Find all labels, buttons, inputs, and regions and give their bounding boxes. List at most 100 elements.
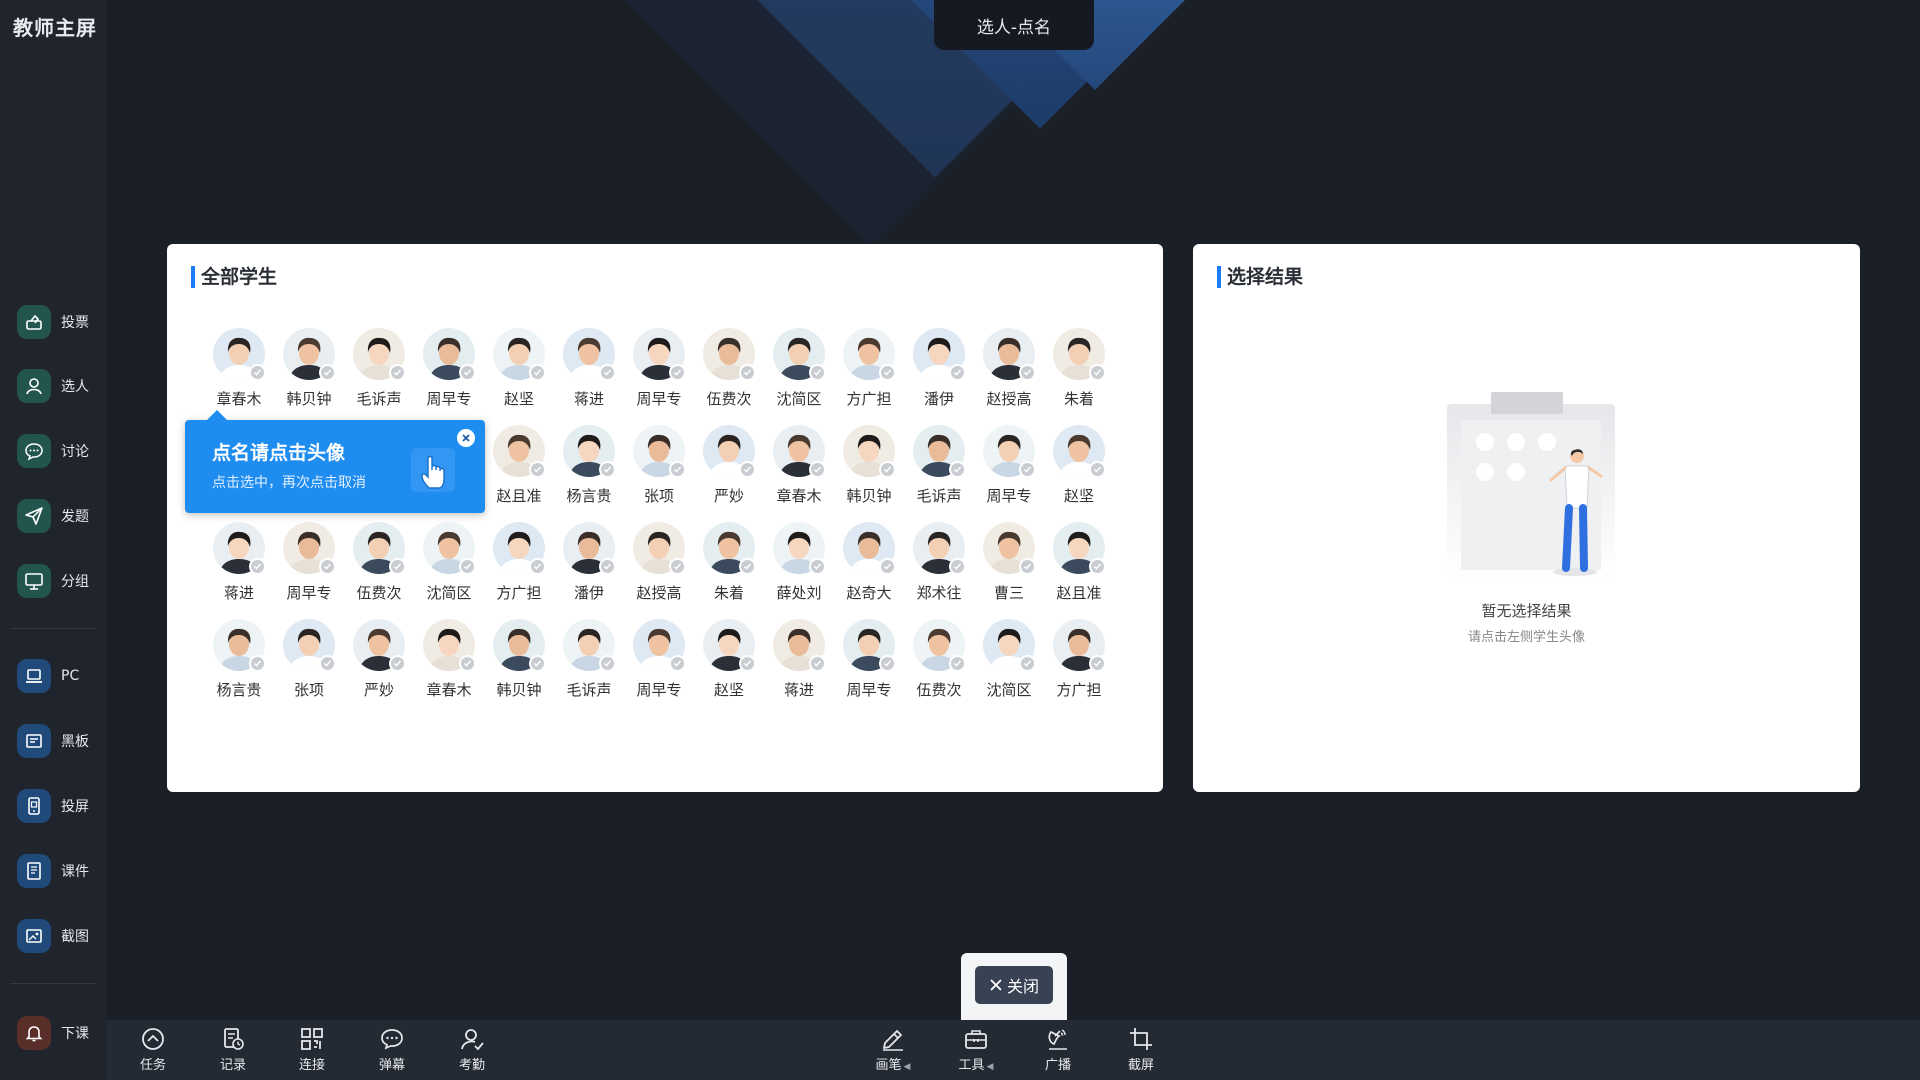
sidebar-item-label: 分组: [61, 574, 89, 590]
student-card[interactable]: 曹三: [973, 522, 1043, 602]
student-card[interactable]: 周早专: [833, 619, 903, 699]
student-card[interactable]: 周早专: [273, 522, 343, 602]
student-card[interactable]: 蒋进: [763, 619, 833, 699]
toolbar-record-button[interactable]: 记录: [203, 1026, 263, 1076]
student-name: 蒋进: [783, 681, 814, 699]
toolbar-label: 考勤: [458, 1058, 485, 1073]
student-card[interactable]: 章春木: [203, 328, 273, 408]
student-card[interactable]: 蒋进: [553, 328, 623, 408]
toolbar-danmaku-button[interactable]: 弹幕: [362, 1026, 422, 1076]
student-card[interactable]: 潘伊: [903, 328, 973, 408]
student-card[interactable]: 张项: [623, 425, 693, 505]
sidebar-item-pc[interactable]: PC: [17, 658, 107, 694]
person-icon: [17, 369, 51, 403]
student-name: 赵授高: [986, 390, 1032, 408]
end-class-button[interactable]: 下课: [17, 1015, 107, 1051]
toolbar-connect-button[interactable]: 连接: [282, 1026, 342, 1076]
toolbar-pen-button[interactable]: 画笔 ◀: [863, 1026, 923, 1076]
student-card[interactable]: 周早专: [413, 328, 483, 408]
pen-icon: [863, 1026, 923, 1052]
student-name: 赵奇大: [846, 584, 892, 602]
student-card[interactable]: 赵且准: [1043, 522, 1113, 602]
toolbar-label: 任务: [139, 1058, 166, 1073]
student-name: 周早专: [426, 390, 472, 408]
student-card[interactable]: 赵授高: [623, 522, 693, 602]
toolbar-broadcast-button[interactable]: 广播: [1028, 1026, 1088, 1076]
student-card[interactable]: 赵坚: [1043, 425, 1113, 505]
student-name: 毛诉声: [916, 487, 962, 505]
sidebar-item-label: PC: [61, 668, 80, 684]
sidebar-item-discuss[interactable]: 讨论: [17, 433, 107, 469]
student-card[interactable]: 周早专: [623, 328, 693, 408]
student-card[interactable]: 韩贝钟: [483, 619, 553, 699]
toolbar-crop-button[interactable]: 截屏: [1111, 1026, 1171, 1076]
student-card[interactable]: 周早专: [973, 425, 1043, 505]
student-card[interactable]: 赵奇大: [833, 522, 903, 602]
student-card[interactable]: 毛诉声: [343, 328, 413, 408]
sidebar-item-screenshot[interactable]: 截图: [17, 918, 107, 954]
student-card[interactable]: 沈简区: [413, 522, 483, 602]
student-card[interactable]: 蒋进: [203, 522, 273, 602]
student-card[interactable]: 毛诉声: [903, 425, 973, 505]
student-card[interactable]: 朱着: [1043, 328, 1113, 408]
student-card[interactable]: 方广担: [833, 328, 903, 408]
student-card[interactable]: 杨言贵: [553, 425, 623, 505]
student-card[interactable]: 朱着: [693, 522, 763, 602]
check-icon: [249, 558, 266, 575]
sidebar-item-send-question[interactable]: 发题: [17, 498, 107, 534]
toolbar-tools-button[interactable]: 工具 ◀: [946, 1026, 1006, 1076]
teacher-screen: 教师主屏 投票 选人 讨论 发题 分组 PC 黑板 投屏 课件 截图 下课 选人…: [0, 0, 1920, 1080]
app-title: 教师主屏: [13, 16, 97, 40]
student-name: 杨言贵: [566, 487, 612, 505]
check-icon: [1089, 655, 1106, 672]
student-card[interactable]: 严妙: [693, 425, 763, 505]
student-card[interactable]: 赵且准: [483, 425, 553, 505]
sidebar-item-cast[interactable]: 投屏: [17, 788, 107, 824]
toolbar-label: 画笔 ◀: [875, 1058, 911, 1073]
student-card[interactable]: 伍费次: [693, 328, 763, 408]
close-button[interactable]: 关闭: [975, 966, 1053, 1004]
tooltip-arrow: [207, 410, 227, 420]
student-card[interactable]: 严妙: [343, 619, 413, 699]
student-card[interactable]: 方广担: [1043, 619, 1113, 699]
student-card[interactable]: 方广担: [483, 522, 553, 602]
student-name: 沈简区: [776, 390, 822, 408]
student-card[interactable]: 韩贝钟: [833, 425, 903, 505]
check-icon: [529, 461, 546, 478]
student-card[interactable]: 张项: [273, 619, 343, 699]
record-icon: [203, 1026, 263, 1052]
check-icon: [1019, 558, 1036, 575]
tooltip-close-button[interactable]: [457, 429, 475, 447]
student-card[interactable]: 郑术往: [903, 522, 973, 602]
student-card[interactable]: 潘伊: [553, 522, 623, 602]
student-card[interactable]: 赵授高: [973, 328, 1043, 408]
student-card[interactable]: 杨言贵: [203, 619, 273, 699]
student-name: 周早专: [846, 681, 892, 699]
student-name: 张项: [643, 487, 674, 505]
check-icon: [529, 655, 546, 672]
toolbar-attendance-button[interactable]: 考勤: [442, 1026, 502, 1076]
student-name: 赵坚: [713, 681, 744, 699]
sidebar-item-vote[interactable]: 投票: [17, 304, 107, 340]
student-card[interactable]: 薛处刘: [763, 522, 833, 602]
student-name: 沈简区: [986, 681, 1032, 699]
student-card[interactable]: 章春木: [763, 425, 833, 505]
sidebar-item-select-person[interactable]: 选人: [17, 368, 107, 404]
student-card[interactable]: 伍费次: [903, 619, 973, 699]
check-icon: [529, 558, 546, 575]
student-card[interactable]: 沈简区: [973, 619, 1043, 699]
student-name: 韩贝钟: [496, 681, 542, 699]
sidebar-item-courseware[interactable]: 课件: [17, 853, 107, 889]
student-card[interactable]: 韩贝钟: [273, 328, 343, 408]
sidebar-item-group[interactable]: 分组: [17, 563, 107, 599]
student-card[interactable]: 沈简区: [763, 328, 833, 408]
student-card[interactable]: 赵坚: [483, 328, 553, 408]
student-card[interactable]: 周早专: [623, 619, 693, 699]
student-card[interactable]: 毛诉声: [553, 619, 623, 699]
toolbar-task-button[interactable]: 任务: [123, 1026, 183, 1076]
student-card[interactable]: 章春木: [413, 619, 483, 699]
student-card[interactable]: 赵坚: [693, 619, 763, 699]
student-name: 伍费次: [706, 390, 752, 408]
sidebar-item-blackboard[interactable]: 黑板: [17, 723, 107, 759]
student-card[interactable]: 伍费次: [343, 522, 413, 602]
